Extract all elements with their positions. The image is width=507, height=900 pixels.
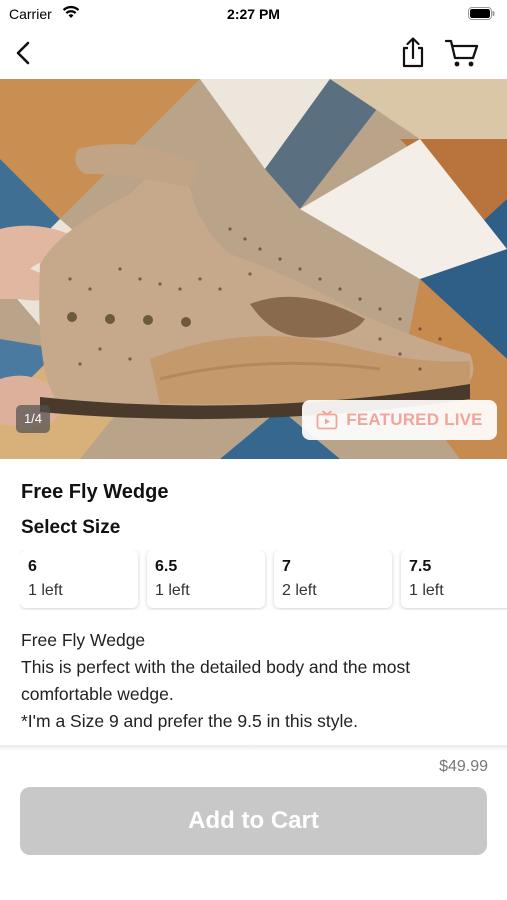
back-button[interactable]: [12, 38, 38, 68]
size-label: 7: [282, 558, 291, 575]
footer-divider: [0, 745, 507, 751]
status-bar: Carrier 2:27 PM: [0, 0, 507, 28]
product-image-gallery[interactable]: 1/4 FEATURED LIVE: [0, 79, 507, 459]
size-option[interactable]: 7.5 1 left: [401, 550, 507, 608]
featured-live-badge[interactable]: FEATURED LIVE: [302, 400, 497, 440]
cart-icon: [444, 39, 479, 67]
stock-label: 2 left: [282, 582, 317, 599]
image-counter: 1/4: [16, 405, 50, 433]
share-button[interactable]: [398, 36, 428, 70]
select-size-heading: Select Size: [21, 517, 121, 538]
share-icon: [402, 37, 424, 68]
product-price: $49.99: [439, 758, 488, 775]
size-label: 6.5: [155, 558, 178, 575]
clock: 2:27 PM: [227, 6, 280, 22]
product-title: Free Fly Wedge: [21, 481, 169, 503]
chevron-left-icon: [16, 41, 30, 65]
battery-icon: [468, 7, 495, 23]
size-label: 7.5: [409, 558, 432, 575]
description-line: *I'm a Size 9 and prefer the 9.5 in this…: [21, 711, 358, 731]
stock-label: 1 left: [409, 582, 444, 599]
product-details: Free Fly Wedge Select Size 6 1 left 6.5 …: [0, 459, 507, 749]
size-selector[interactable]: 6 1 left 6.5 1 left 7 2 left 7.5 1 left: [20, 550, 507, 610]
nav-bar: [0, 28, 507, 78]
description-line: This is perfect with the detailed body a…: [21, 657, 411, 704]
size-option[interactable]: 6.5 1 left: [147, 550, 265, 608]
product-description: Free Fly Wedge This is perfect with the …: [21, 627, 491, 735]
cart-button[interactable]: [444, 38, 480, 68]
size-option[interactable]: 6 1 left: [20, 550, 138, 608]
size-option[interactable]: 7 2 left: [274, 550, 392, 608]
description-line: Free Fly Wedge: [21, 630, 146, 650]
stock-label: 1 left: [155, 582, 190, 599]
live-tv-icon: [316, 410, 338, 430]
featured-live-label: FEATURED LIVE: [346, 410, 483, 429]
size-label: 6: [28, 558, 37, 575]
stock-label: 1 left: [28, 582, 63, 599]
add-to-cart-button[interactable]: Add to Cart: [20, 787, 487, 855]
